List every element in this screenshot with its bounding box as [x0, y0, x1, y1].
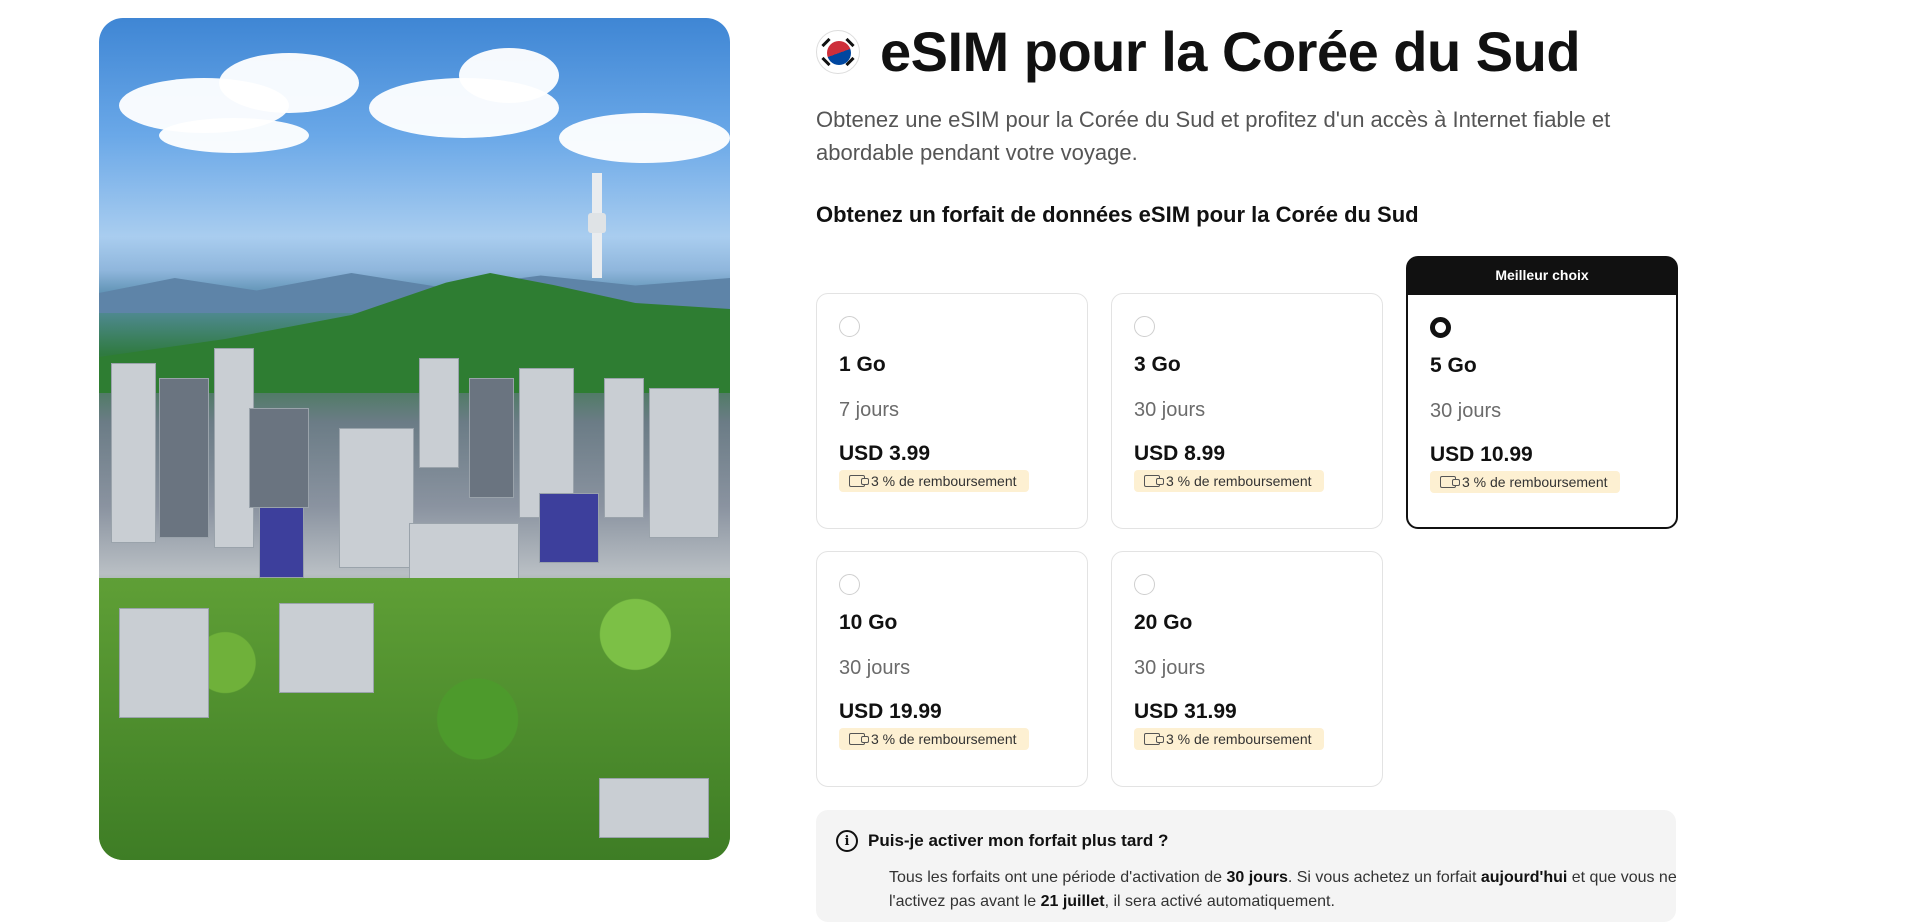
- faq-answer-text: . Si vous achetez un forfait: [1287, 869, 1481, 886]
- cashback-badge: 3 % de remboursement: [839, 728, 1029, 750]
- plan-price: USD 31.99: [1134, 700, 1237, 723]
- cashback-badge: 3 % de remboursement: [1134, 728, 1324, 750]
- cloud-shape: [159, 118, 309, 153]
- building: [539, 493, 599, 563]
- building: [214, 348, 254, 548]
- building: [599, 778, 709, 838]
- tower-top: [588, 213, 606, 233]
- plan-data-amount: 20 Go: [1134, 611, 1193, 634]
- wallet-icon: [1144, 733, 1164, 745]
- plan-radio[interactable]: [1134, 316, 1155, 337]
- cashback-badge: 3 % de remboursement: [839, 470, 1029, 492]
- faq-answer-emphasis: 21 juillet: [1040, 893, 1105, 910]
- best-choice-badge: Meilleur choix: [1406, 256, 1678, 294]
- page-title: eSIM pour la Corée du Sud: [880, 20, 1581, 83]
- title-row: eSIM pour la Corée du Sud: [816, 20, 1581, 83]
- cashback-label: 3 % de remboursement: [871, 731, 1017, 747]
- plans-section-title: Obtenez un forfait de données eSIM pour …: [816, 202, 1419, 227]
- plan-data-amount: 3 Go: [1134, 353, 1181, 376]
- faq-answer: Tous les forfaits ont une période d'acti…: [889, 866, 1679, 914]
- plan-validity: 30 jours: [1134, 657, 1206, 679]
- building: [649, 388, 719, 538]
- building: [159, 378, 209, 538]
- wallet-icon: [849, 475, 869, 487]
- plan-radio[interactable]: [839, 574, 860, 595]
- building: [469, 378, 514, 498]
- south-korea-flag-icon: [816, 30, 860, 74]
- cloud-shape: [459, 48, 559, 103]
- building: [249, 408, 309, 508]
- plan-radio[interactable]: [1134, 574, 1155, 595]
- plan-price: USD 3.99: [839, 442, 931, 465]
- building: [409, 523, 519, 583]
- plan-data-amount: 10 Go: [839, 611, 898, 634]
- cashback-label: 3 % de remboursement: [1166, 731, 1312, 747]
- faq-answer-emphasis: aujourd'hui: [1480, 869, 1568, 886]
- building: [339, 428, 414, 568]
- plan-radio[interactable]: [839, 316, 860, 337]
- cashback-label: 3 % de remboursement: [1166, 473, 1312, 489]
- building: [119, 608, 209, 718]
- wallet-icon: [849, 733, 869, 745]
- wallet-icon: [1440, 476, 1460, 488]
- plan-card-1go[interactable]: 1 Go 7 jours USD 3.99 3 % de rembourseme…: [816, 293, 1088, 529]
- faq-activation: i Puis-je activer mon forfait plus tard …: [816, 810, 1679, 922]
- cloud-shape: [219, 53, 359, 113]
- plan-validity: 30 jours: [1430, 400, 1502, 422]
- plan-data-amount: 5 Go: [1430, 354, 1477, 377]
- cashback-badge: 3 % de remboursement: [1430, 471, 1620, 493]
- faq-question-row[interactable]: i Puis-je activer mon forfait plus tard …: [836, 830, 1656, 852]
- plan-radio-selected[interactable]: [1430, 317, 1451, 338]
- building: [111, 363, 156, 543]
- plan-price: USD 19.99: [839, 700, 942, 723]
- plan-price: USD 10.99: [1430, 443, 1533, 466]
- plan-card-3go[interactable]: 3 Go 30 jours USD 8.99 3 % de remboursem…: [1111, 293, 1383, 529]
- faq-question: Puis-je activer mon forfait plus tard ?: [868, 831, 1169, 850]
- plan-card-10go[interactable]: 10 Go 30 jours USD 19.99 3 % de rembours…: [816, 551, 1088, 787]
- plan-validity: 30 jours: [839, 657, 911, 679]
- faq-answer-text: Tous les forfaits ont une période d'acti…: [889, 869, 1227, 886]
- building: [604, 378, 644, 518]
- plan-validity: 7 jours: [839, 399, 900, 421]
- plan-validity: 30 jours: [1134, 399, 1206, 421]
- faq-answer-emphasis: 30 jours: [1226, 869, 1288, 886]
- plan-data-amount: 1 Go: [839, 353, 886, 376]
- plan-card-20go[interactable]: 20 Go 30 jours USD 31.99 3 % de rembours…: [1111, 551, 1383, 787]
- cashback-label: 3 % de remboursement: [871, 473, 1017, 489]
- info-icon: i: [836, 830, 858, 852]
- cloud-shape: [559, 113, 730, 163]
- seoul-skyline-image: [99, 18, 730, 860]
- wallet-icon: [1144, 475, 1164, 487]
- building: [419, 358, 459, 468]
- building: [279, 603, 374, 693]
- faq-answer-text: , il sera activé automatiquement.: [1104, 893, 1335, 910]
- cashback-badge: 3 % de remboursement: [1134, 470, 1324, 492]
- plan-price: USD 8.99: [1134, 442, 1226, 465]
- cashback-label: 3 % de remboursement: [1462, 474, 1608, 490]
- page-subtitle: Obtenez une eSIM pour la Corée du Sud et…: [816, 107, 1611, 165]
- plan-card-5go[interactable]: 5 Go 30 jours USD 10.99 3 % de rembourse…: [1406, 293, 1678, 529]
